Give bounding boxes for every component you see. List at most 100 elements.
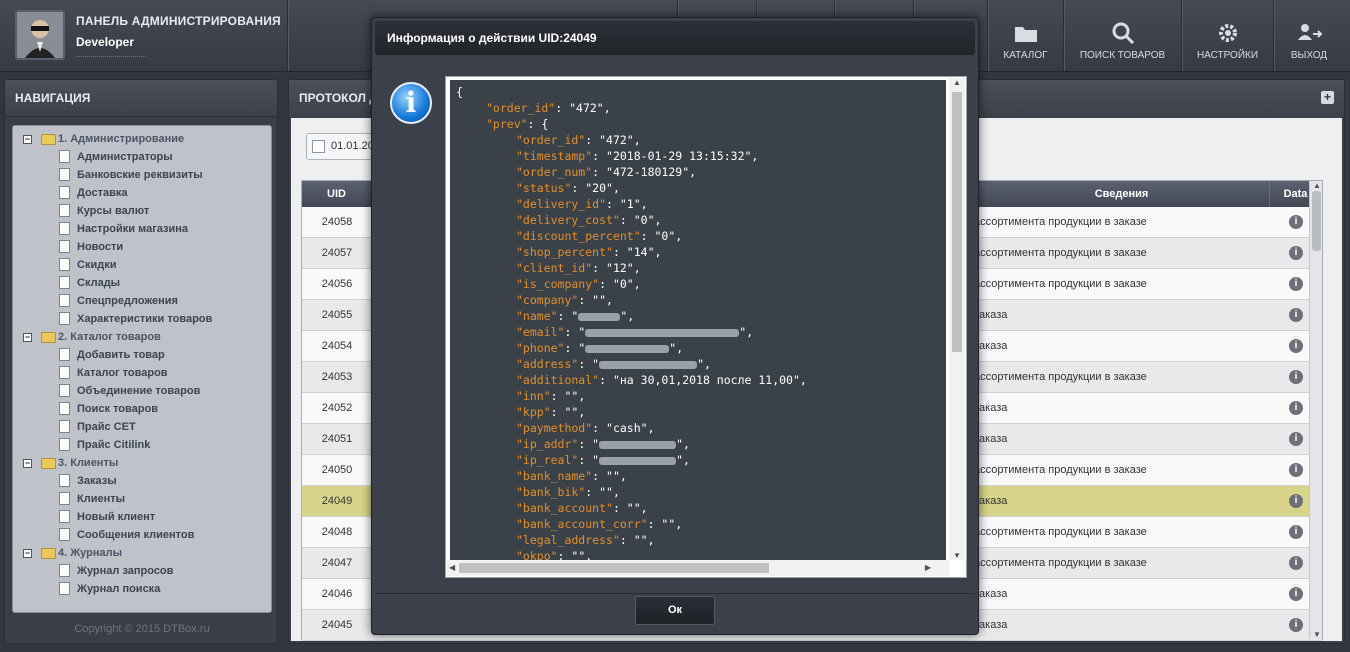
row-uid: 24053 <box>321 371 353 383</box>
ok-button[interactable]: Ок <box>635 596 715 625</box>
tree-item[interactable]: Администраторы <box>19 148 271 166</box>
info-icon[interactable]: i <box>1289 432 1303 446</box>
tree-item[interactable]: Склады <box>19 274 271 292</box>
table-scrollbar[interactable]: ▲ ▼ <box>1309 181 1322 639</box>
info-icon[interactable]: i <box>1289 339 1303 353</box>
scroll-down-icon[interactable]: ▼ <box>953 551 961 560</box>
json-line: "company": "", <box>516 293 613 307</box>
json-vertical-scrollbar[interactable]: ▲ ▼ <box>949 78 965 560</box>
json-viewer[interactable]: {"order_id": "472", "prev": {"order_id": … <box>445 76 967 578</box>
tree-item[interactable]: Новый клиент <box>19 508 271 526</box>
info-icon[interactable]: i <box>1289 556 1303 570</box>
nav-logout-button[interactable]: ВЫХОД <box>1274 0 1344 71</box>
json-vscroll-thumb[interactable] <box>952 92 962 352</box>
tree-item-label: Клиенты <box>77 493 126 505</box>
json-key: "kpp" <box>516 405 551 419</box>
tree-group-label: 1. Администрирование <box>58 133 185 145</box>
expand-button[interactable]: + <box>1321 91 1334 104</box>
tree-item[interactable]: Сообщения клиентов <box>19 526 271 544</box>
tree-item[interactable]: Каталог товаров <box>19 364 271 382</box>
tree-item[interactable]: Настройки магазина <box>19 220 271 238</box>
tree-group[interactable]: −4. Журналы <box>19 544 271 562</box>
collapse-toggle-icon[interactable]: − <box>23 459 32 468</box>
tree-item[interactable]: Спецпредложения <box>19 292 271 310</box>
nav-logout-label: ВЫХОД <box>1290 50 1328 61</box>
nav-search-button[interactable]: ПОИСК ТОВАРОВ <box>1064 0 1181 71</box>
collapse-toggle-icon[interactable]: − <box>23 135 32 144</box>
tree-item[interactable]: Клиенты <box>19 490 271 508</box>
info-icon[interactable]: i <box>1289 308 1303 322</box>
info-icon[interactable]: i <box>1289 246 1303 260</box>
info-icon[interactable]: i <box>1289 463 1303 477</box>
tree-item[interactable]: Прайс Citilink <box>19 436 271 454</box>
info-icon[interactable]: i <box>1289 370 1303 384</box>
tree-item[interactable]: Банковские реквизиты <box>19 166 271 184</box>
tree-item[interactable]: Скидки <box>19 256 271 274</box>
info-icon[interactable]: i <box>1289 277 1303 291</box>
tree-item[interactable]: Доставка <box>19 184 271 202</box>
collapse-toggle-icon[interactable]: − <box>23 549 32 558</box>
tree-item[interactable]: Прайс CET <box>19 418 271 436</box>
row-info: ассортимента продукции в заказе <box>974 464 1147 476</box>
document-icon <box>59 240 70 253</box>
json-key: "is_company" <box>516 277 600 291</box>
tree-group[interactable]: − 1. Администрирование <box>19 130 271 148</box>
info-icon[interactable]: i <box>1289 215 1303 229</box>
row-uid: 24049 <box>321 495 353 507</box>
document-icon <box>59 204 70 217</box>
info-icon[interactable]: i <box>1289 618 1303 632</box>
tree-item[interactable]: Журнал поиска <box>19 580 271 598</box>
json-line: "ip_real": " ", <box>516 453 690 467</box>
nav-catalog-button[interactable]: КАТАЛОГ <box>988 0 1063 71</box>
json-horizontal-scrollbar[interactable]: ◀ ▶ <box>447 560 949 576</box>
calendar-icon[interactable] <box>312 140 325 153</box>
json-line: "timestamp": "2018-01-29 13:15:32", <box>516 149 759 163</box>
tree-item[interactable]: Курсы валют <box>19 202 271 220</box>
document-icon <box>59 366 70 379</box>
redacted-value <box>599 440 677 449</box>
scroll-up-icon[interactable]: ▲ <box>953 78 961 87</box>
tree-item-label: Заказы <box>77 475 117 487</box>
info-dialog: Информация о действии UID:24049 i {"orde… <box>371 17 979 635</box>
tree-item-label: Поиск товаров <box>77 403 158 415</box>
row-uid: 24048 <box>321 526 353 538</box>
tree-item[interactable]: Журнал запросов <box>19 562 271 580</box>
scroll-left-icon[interactable]: ◀ <box>449 563 455 572</box>
nav-settings-button[interactable]: НАСТРОЙКИ <box>1182 0 1273 71</box>
tree-item[interactable]: Объединение товаров <box>19 382 271 400</box>
document-icon <box>59 510 70 523</box>
tree-item[interactable]: Добавить товар <box>19 346 271 364</box>
table-scroll-thumb[interactable] <box>1312 191 1321 251</box>
scroll-right-icon[interactable]: ▶ <box>925 563 931 572</box>
avatar <box>15 10 65 60</box>
tree-item[interactable]: Новости <box>19 238 271 256</box>
json-line: "address": " ", <box>516 357 711 371</box>
nav-catalog-label: КАТАЛОГ <box>1003 50 1048 61</box>
tree-item-label: Новый клиент <box>77 511 156 523</box>
row-uid: 24047 <box>321 557 353 569</box>
tree-item[interactable]: Характеристики товаров <box>19 310 271 328</box>
json-key: "inn" <box>516 389 551 403</box>
row-info: заказа <box>974 588 1008 600</box>
scroll-down-icon[interactable]: ▼ <box>1313 630 1321 639</box>
json-hscroll-thumb[interactable] <box>459 563 769 573</box>
json-value: " <box>571 325 586 339</box>
tree-group[interactable]: −3. Клиенты <box>19 454 271 472</box>
json-value-tail: ", <box>676 437 690 451</box>
info-icon[interactable]: i <box>1289 587 1303 601</box>
dialog-divider <box>375 593 975 594</box>
info-icon[interactable]: i <box>1289 401 1303 415</box>
json-line: "additional": "на 30,01,2018 после 11,00… <box>516 373 807 387</box>
col-info[interactable]: Сведения <box>974 181 1270 207</box>
json-line: "bank_account_corr": "", <box>516 517 683 531</box>
info-icon[interactable]: i <box>1289 494 1303 508</box>
tree-group[interactable]: − 2. Каталог товаров <box>19 328 271 346</box>
row-info: ассортимента продукции в заказе <box>974 247 1147 259</box>
info-icon[interactable]: i <box>1289 525 1303 539</box>
collapse-toggle-icon[interactable]: − <box>23 333 32 342</box>
tree-item[interactable]: Поиск товаров <box>19 400 271 418</box>
tree-item[interactable]: Заказы <box>19 472 271 490</box>
col-uid[interactable]: UID <box>302 181 372 207</box>
tree-item-label: Характеристики товаров <box>77 313 213 325</box>
scroll-up-icon[interactable]: ▲ <box>1313 181 1321 190</box>
